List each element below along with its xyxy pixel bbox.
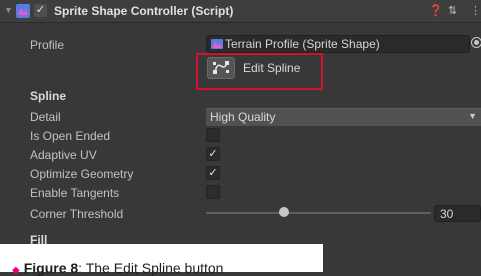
caption-text: : The Edit Spline button — [78, 260, 224, 276]
object-picker-icon[interactable] — [471, 37, 481, 48]
enable-tangents-label: Enable Tangents — [30, 186, 120, 200]
foldout-arrow-icon[interactable]: ▼ — [4, 5, 13, 15]
adaptive-uv-checkbox[interactable]: ✓ — [206, 147, 220, 161]
profile-label: Profile — [30, 38, 65, 52]
component-enabled-checkbox[interactable]: ✓ — [34, 4, 47, 17]
optimize-geometry-checkbox[interactable]: ✓ — [206, 166, 220, 180]
corner-threshold-slider-track[interactable] — [206, 212, 431, 214]
spline-section-title: Spline — [30, 89, 67, 103]
detail-value: High Quality — [210, 110, 276, 124]
kebab-menu-icon[interactable]: ⋮ — [470, 4, 481, 17]
edit-spline-icon — [213, 61, 229, 74]
edit-spline-label[interactable]: Edit Spline — [243, 61, 300, 75]
component-header: ▼ ✓ Sprite Shape Controller (Script) ❓ ⇅… — [0, 0, 481, 23]
sprite-shape-asset-icon — [211, 39, 223, 49]
preset-icon[interactable]: ⇅ — [448, 4, 457, 17]
edit-spline-button[interactable] — [207, 57, 235, 79]
profile-value: Terrain Profile (Sprite Shape) — [225, 37, 380, 51]
component-title: Sprite Shape Controller (Script) — [54, 4, 234, 18]
figure-caption: ◆ Figure 8: The Edit Spline button — [12, 260, 223, 276]
corner-threshold-value: 30 — [440, 207, 454, 221]
caption-prefix: Figure 8 — [23, 260, 79, 276]
caption-bullet-icon: ◆ — [12, 265, 20, 276]
is-open-ended-checkbox[interactable] — [206, 128, 220, 142]
help-icon[interactable]: ❓ — [429, 4, 443, 17]
enable-tangents-checkbox[interactable] — [206, 185, 220, 199]
figure-caption-box: ◆ Figure 8: The Edit Spline button — [0, 244, 323, 276]
optimize-geometry-label: Optimize Geometry — [30, 167, 134, 181]
corner-threshold-input[interactable]: 30 — [434, 205, 481, 222]
corner-threshold-label: Corner Threshold — [30, 207, 124, 221]
profile-object-field[interactable]: Terrain Profile (Sprite Shape) — [206, 35, 470, 53]
dropdown-caret-icon: ▼ — [468, 111, 477, 121]
is-open-ended-label: Is Open Ended — [30, 129, 111, 143]
detail-label: Detail — [30, 110, 61, 124]
corner-threshold-slider-thumb[interactable] — [279, 207, 289, 217]
detail-dropdown[interactable]: High Quality ▼ — [206, 108, 481, 126]
adaptive-uv-label: Adaptive UV — [30, 148, 97, 162]
sprite-shape-script-icon — [16, 4, 30, 18]
